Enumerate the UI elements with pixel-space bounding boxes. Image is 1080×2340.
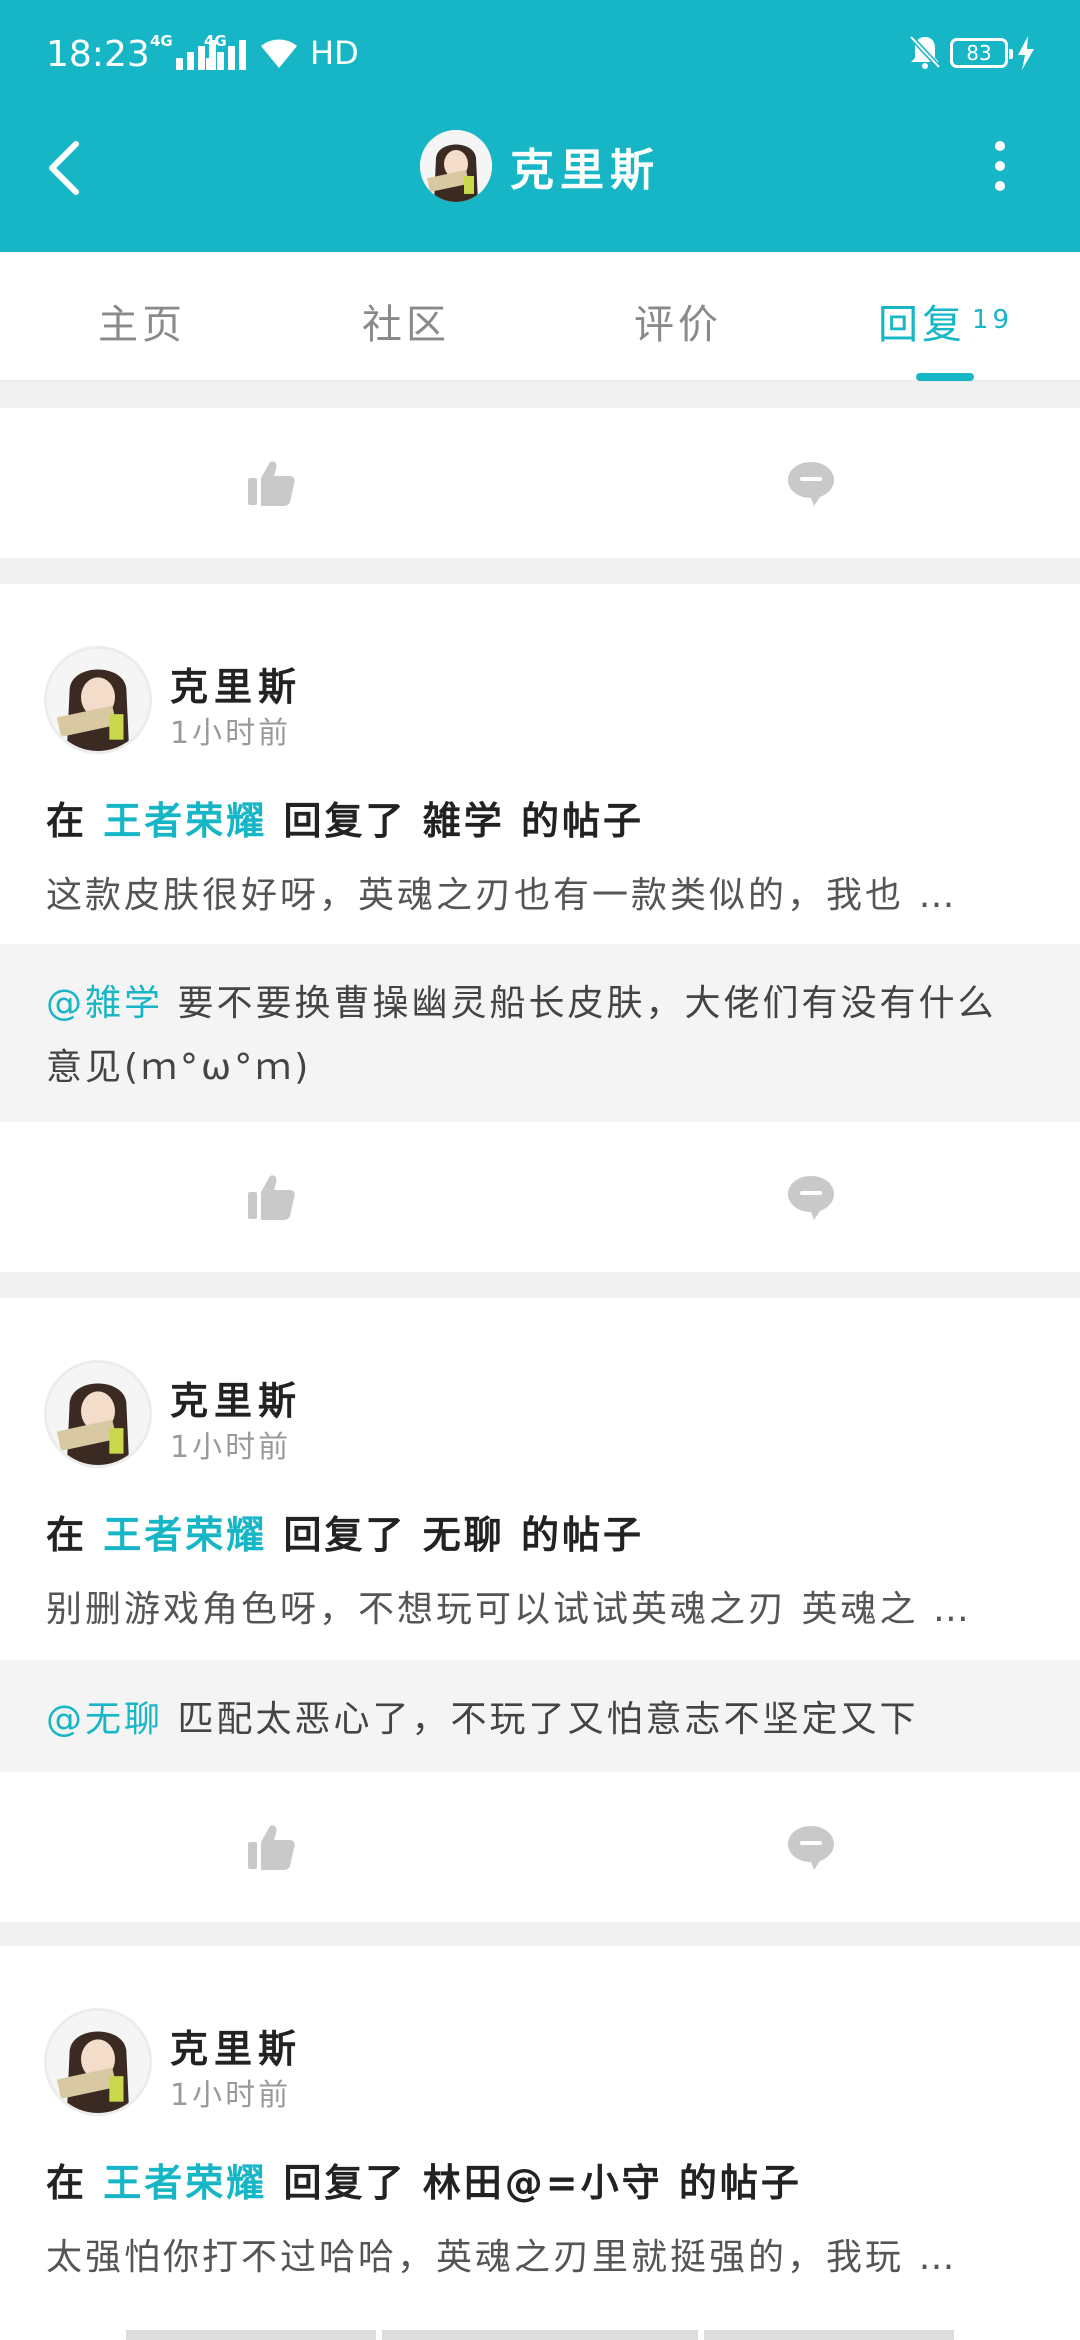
status-bar: 18:23 4G 4G HD 83 — [0, 0, 1080, 110]
user-name[interactable]: 克里斯 — [170, 1370, 302, 1425]
thumbs-up-icon[interactable] — [246, 1172, 296, 1222]
tab-replies-count: 19 — [972, 305, 1014, 335]
avatar[interactable] — [44, 646, 152, 754]
tab-replies[interactable]: 回复 19 — [878, 292, 1013, 350]
game-link[interactable]: 王者荣耀 — [103, 799, 267, 843]
avatar[interactable] — [420, 130, 492, 202]
user-name[interactable]: 克里斯 — [170, 656, 302, 711]
reply-title: 在 王者荣耀 回复了 无聊 的帖子 — [46, 1513, 645, 1557]
post-time: 1小时前 — [170, 1430, 292, 1465]
app-header: 18:23 4G 4G HD 83 克里斯 — [0, 0, 1080, 252]
tab-bar: 主页 社区 评价 回复 19 — [0, 252, 1080, 382]
comment-icon[interactable] — [786, 1174, 836, 1220]
reply-title: 在 王者荣耀 回复了 雑学 的帖子 — [46, 799, 645, 843]
mention-link[interactable]: @雑学 — [46, 983, 163, 1024]
wifi-icon — [261, 39, 297, 68]
quoted-post[interactable]: @无聊 匹配太恶心了，不玩了又怕意志不坚定又下 — [0, 1660, 1080, 1772]
reply-card[interactable]: 克里斯 1小时前 在 王者荣耀 回复了 雑学 的帖子 这款皮肤很好呀，英魂之刃也… — [0, 584, 1080, 944]
page-title: 克里斯 — [510, 145, 660, 196]
more-vertical-icon[interactable] — [982, 136, 1018, 196]
reply-excerpt: 这款皮肤很好呀，英魂之刃也有一款类似的，我也 … — [46, 875, 958, 916]
reply-title: 在 王者荣耀 回复了 林田@=小守 的帖子 — [46, 2161, 802, 2205]
bell-muted-icon — [909, 35, 941, 69]
quoted-post[interactable]: @雑学 要不要换曹操幽灵船长皮肤，大佬们有没有什么意见(ｍ°ω°ｍ) — [0, 944, 1080, 1122]
target-user[interactable]: 无聊 — [423, 1513, 505, 1557]
reply-excerpt: 别删游戏角色呀，不想玩可以试试英魂之刃 英魂之 … — [46, 1589, 972, 1630]
scroll-indicator — [704, 2330, 954, 2340]
comment-icon[interactable] — [786, 1824, 836, 1870]
post-time: 1小时前 — [170, 716, 292, 751]
target-user[interactable]: 雑学 — [423, 799, 505, 843]
reply-excerpt: 太强怕你打不过哈哈，英魂之刃里就挺强的，我玩 … — [46, 2237, 958, 2278]
signal-icon-2: 4G — [204, 32, 246, 70]
scroll-indicator — [126, 2330, 376, 2340]
thumbs-up-icon[interactable] — [246, 458, 296, 508]
scroll-indicator — [382, 2330, 698, 2340]
comment-icon[interactable] — [786, 460, 836, 506]
mention-link[interactable]: @无聊 — [46, 1699, 163, 1740]
quoted-text: 匹配太恶心了，不玩了又怕意志不坚定又下 — [177, 1699, 919, 1740]
post-actions — [0, 1122, 1080, 1272]
post-actions — [0, 1772, 1080, 1922]
thumbs-up-icon[interactable] — [246, 1822, 296, 1872]
reply-card[interactable]: 克里斯 1小时前 在 王者荣耀 回复了 林田@=小守 的帖子 太强怕你打不过哈哈… — [0, 1946, 1080, 2340]
hd-indicator: HD — [310, 34, 359, 72]
active-tab-indicator — [916, 373, 974, 381]
tab-reviews[interactable]: 评价 — [634, 292, 722, 350]
status-time: 18:23 — [46, 34, 150, 75]
game-link[interactable]: 王者荣耀 — [103, 2161, 267, 2205]
reply-card[interactable]: 克里斯 1小时前 在 王者荣耀 回复了 无聊 的帖子 别删游戏角色呀，不想玩可以… — [0, 1298, 1080, 1660]
battery-indicator: 83 — [950, 38, 1013, 68]
tab-community[interactable]: 社区 — [362, 292, 450, 350]
post-time: 1小时前 — [170, 2078, 292, 2113]
avatar[interactable] — [44, 1360, 152, 1468]
target-user[interactable]: 林田@=小守 — [423, 2161, 663, 2205]
quoted-text: 要不要换曹操幽灵船长皮肤，大佬们有没有什么意见(ｍ°ω°ｍ) — [46, 983, 997, 1088]
avatar[interactable] — [44, 2008, 152, 2116]
tab-replies-label: 回复 — [878, 302, 966, 348]
profile-header: 克里斯 — [0, 130, 1080, 202]
tab-home[interactable]: 主页 — [98, 292, 186, 350]
charging-icon — [1018, 36, 1034, 70]
game-link[interactable]: 王者荣耀 — [103, 1513, 267, 1557]
user-name[interactable]: 克里斯 — [170, 2018, 302, 2073]
post-actions — [0, 408, 1080, 558]
